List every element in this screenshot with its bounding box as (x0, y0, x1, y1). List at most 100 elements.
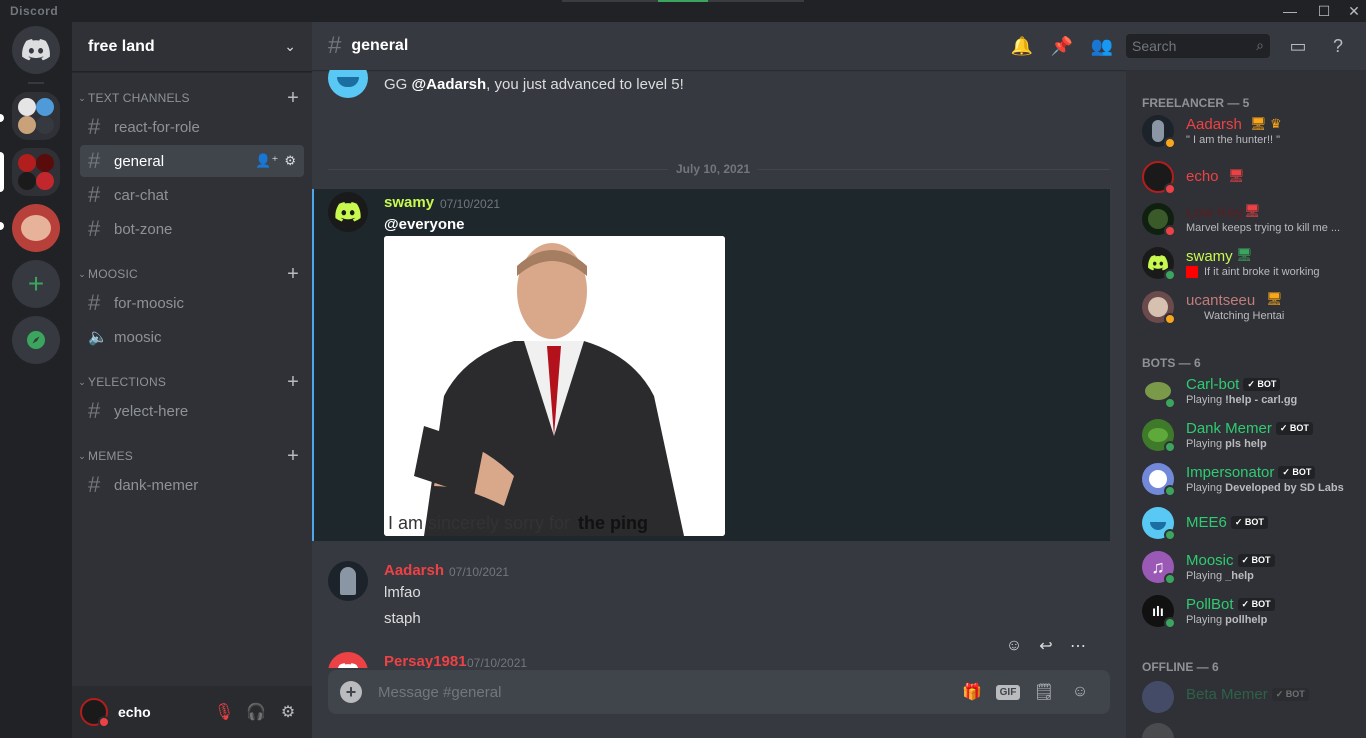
hash-icon: # (88, 182, 101, 207)
discord-logo-icon (1148, 255, 1168, 271)
gear-icon[interactable]: ⚙ (272, 696, 304, 728)
member-item[interactable]: echo 🖥 (1134, 156, 1358, 198)
server-icon[interactable] (12, 204, 60, 252)
aadarsh-avatar[interactable] (328, 561, 368, 601)
member-item[interactable] (1134, 718, 1358, 738)
unread-pill (0, 222, 4, 230)
member-list-icon[interactable]: 👥 (1082, 34, 1122, 58)
image-caption: I am sincerely sorry for the ping (388, 513, 648, 534)
streaming-monitor-icon: 🖥 (1266, 291, 1283, 306)
mute-microphone-icon[interactable]: 🎙 (208, 696, 240, 728)
everyone-mention: @everyone (384, 216, 465, 233)
sticker-icon[interactable]: 🗒 (1026, 680, 1062, 704)
persay-avatar[interactable] (328, 652, 368, 668)
add-server-button[interactable]: + (12, 260, 60, 308)
member-name: Carl-bot ✓ BOT (1186, 376, 1281, 393)
server-header[interactable]: free land ⌄ (72, 22, 312, 72)
member-item[interactable]: Aadarsh 🖥 ♛ " I am the hunter!! " (1134, 110, 1358, 152)
server-folder-2[interactable] (12, 148, 60, 196)
channel-moosic-voice[interactable]: 🔈 moosic (80, 321, 304, 353)
create-channel-button[interactable]: + (284, 372, 302, 392)
invite-icon[interactable]: 👤⁺ (255, 153, 278, 169)
bot-tag: ✓ BOT (1230, 516, 1268, 529)
channel-for-moosic[interactable]: # for-moosic (80, 287, 304, 319)
create-channel-button[interactable]: + (284, 446, 302, 466)
member-item[interactable]: ♫ Moosic ✓ BOT Playing _help (1134, 546, 1358, 588)
add-reaction-icon[interactable]: ☺ (1000, 632, 1028, 660)
plus-icon: + (27, 268, 45, 299)
online-status-icon (1164, 441, 1176, 453)
message-input[interactable] (378, 683, 954, 701)
category-yelections[interactable]: ⌄ YELECTIONS + (72, 370, 312, 394)
attached-image[interactable]: I am sincerely sorry for the ping (384, 236, 725, 536)
member-name-text: Beta Memer (1186, 686, 1268, 703)
caption-emphasis: the ping (578, 513, 649, 533)
avatar-face (1149, 470, 1167, 488)
headphones-icon[interactable]: 🎧 (240, 696, 272, 728)
explore-servers-button[interactable] (12, 316, 60, 364)
category-label: YELECTIONS (88, 375, 167, 389)
emoji-icon[interactable]: ☺ (1062, 680, 1098, 704)
channel-dank-memer[interactable]: # dank-memer (80, 469, 304, 501)
gear-icon[interactable]: ⚙ (284, 153, 296, 169)
user-avatar[interactable] (80, 698, 110, 728)
close-window-button[interactable]: ✕ (1342, 2, 1366, 20)
swamy-avatar[interactable] (328, 192, 368, 232)
member-item[interactable]: Impersonator ✓ BOT Playing Developed by S… (1134, 458, 1358, 500)
role-header: BOTS — 6 (1142, 356, 1201, 370)
gif-button[interactable]: GIF (990, 680, 1026, 704)
owner-crown-icon: ♛ (1270, 116, 1282, 131)
inbox-icon[interactable]: ▭ (1278, 34, 1318, 58)
member-item[interactable]: Carl-bot ✓ BOT Playing !help - carl.gg (1134, 370, 1358, 412)
hash-icon: # (88, 148, 101, 173)
more-icon[interactable]: ⋯ (1064, 632, 1092, 660)
minimize-button[interactable]: — (1278, 2, 1302, 20)
category-text-channels[interactable]: ⌄ TEXT CHANNELS + (72, 86, 312, 110)
member-item[interactable]: Beta Memer ✓ BOT (1134, 676, 1358, 718)
channel-general[interactable]: # general 👤⁺ ⚙ (80, 145, 304, 177)
bot-tag: ✓ BOT (1278, 466, 1316, 479)
role-header: FREELANCER — 5 (1142, 96, 1250, 110)
channel-label: yelect-here (114, 402, 189, 420)
channel-car-chat[interactable]: # car-chat (80, 179, 304, 211)
member-item[interactable]: MEE6 ✓ BOT (1134, 502, 1358, 544)
member-name: Dank Memer ✓ BOT (1186, 420, 1313, 437)
channel-react-for-role[interactable]: # react-for-role (80, 111, 304, 143)
activity-game: pls help (1225, 438, 1267, 450)
channel-yelect-here[interactable]: # yelect-here (80, 395, 304, 427)
music-note-icon: ♫ (1151, 556, 1165, 577)
category-moosic[interactable]: ⌄ MOOSIC + (72, 262, 312, 286)
member-activity: Playing pollhelp (1186, 614, 1267, 626)
server-folder-1[interactable] (12, 92, 60, 140)
member-item[interactable]: Dank Memer ✓ BOT Playing pls help (1134, 414, 1358, 456)
member-name: swamy (1186, 248, 1233, 265)
gif-icon: GIF (995, 684, 1021, 700)
bell-icon[interactable]: 🔔 (1002, 34, 1042, 58)
reply-icon[interactable]: ↩ (1032, 632, 1060, 660)
channel-bot-zone[interactable]: # bot-zone (80, 213, 304, 245)
mee6-avatar[interactable] (328, 70, 368, 98)
member-item[interactable]: swamy 🖥 If it aint broke it working (1134, 242, 1358, 284)
channel-label: bot-zone (114, 220, 173, 238)
help-icon[interactable]: ? (1318, 34, 1358, 58)
search-input[interactable]: Search ⌕ (1126, 34, 1270, 58)
member-item[interactable]: ucantseeu 🖥 Watching Hentai (1134, 286, 1358, 328)
home-button[interactable] (12, 26, 60, 74)
category-memes[interactable]: ⌄ MEMES + (72, 444, 312, 468)
maximize-button[interactable]: ☐ (1312, 2, 1336, 20)
user-mention[interactable]: @Aadarsh (412, 76, 487, 93)
create-channel-button[interactable]: + (284, 264, 302, 284)
message-author[interactable]: Aadarsh (384, 562, 444, 579)
mini-server-icon (18, 154, 36, 172)
gift-icon[interactable]: 🎁 (954, 680, 990, 704)
message-text: lmfao (384, 584, 421, 601)
member-activity: Marvel keeps trying to kill me ... (1186, 222, 1341, 234)
message-author[interactable]: Persay1981 (384, 653, 467, 668)
member-item[interactable]: Low Key 🖥 Marvel keeps trying to kill me… (1134, 198, 1358, 240)
create-channel-button[interactable]: + (284, 88, 302, 108)
pin-icon[interactable]: 📌 (1042, 34, 1082, 58)
upload-plus-icon[interactable]: + (340, 681, 362, 703)
message-author[interactable]: swamy (384, 194, 434, 211)
message-timestamp: 07/10/2021 (440, 197, 501, 211)
member-item[interactable]: ılı PollBot ✓ BOT Playing pollhelp (1134, 590, 1358, 632)
